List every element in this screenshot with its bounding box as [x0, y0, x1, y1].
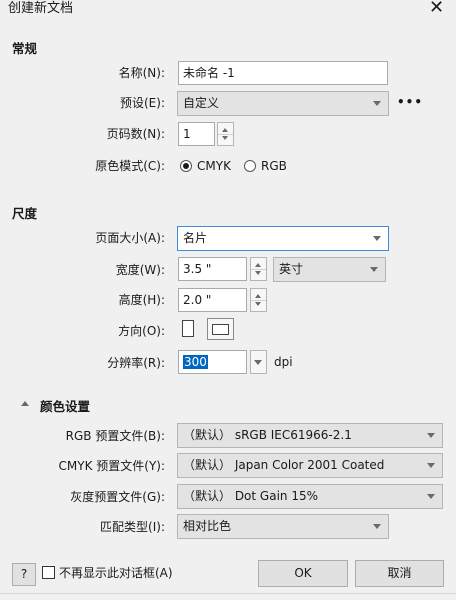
cancel-button[interactable]: 取消 [355, 560, 444, 587]
name-label: 名称(N): [118, 66, 165, 80]
chevron-down-icon [427, 494, 435, 499]
portrait-orientation-icon[interactable] [182, 320, 194, 337]
gray-profile-label: 灰度预置文件(G): [70, 490, 165, 504]
preset-value: 自定义 [183, 96, 220, 110]
unit-value: 英寸 [279, 262, 304, 276]
dont-show-checkbox[interactable] [42, 566, 55, 579]
help-button[interactable]: ? [12, 563, 36, 586]
height-input[interactable]: 2.0 " [178, 288, 247, 312]
chevron-down-icon [222, 136, 228, 140]
chevron-down-icon [373, 101, 381, 106]
chevron-up-icon [222, 128, 228, 132]
unit-dropdown[interactable]: 英寸 [273, 257, 386, 282]
rgb-profile-label: RGB 预置文件(B): [65, 429, 165, 443]
pages-stepper[interactable] [217, 122, 234, 146]
close-icon[interactable]: ✕ [429, 0, 444, 18]
width-stepper[interactable] [250, 257, 267, 281]
dialog-title: 创建新文档 [8, 1, 74, 16]
width-label: 宽度(W): [115, 263, 165, 277]
rgb-profile-dropdown[interactable]: （默认） sRGB IEC61966-2.1 [177, 423, 443, 448]
radio-cmyk-label: CMYK [197, 159, 231, 173]
resolution-unit: dpi [274, 355, 293, 369]
page-size-dropdown[interactable]: 名片 [177, 226, 389, 251]
page-size-value: 名片 [183, 231, 208, 245]
cmyk-profile-dropdown[interactable]: （默认） Japan Color 2001 Coated [177, 453, 443, 478]
width-input[interactable]: 3.5 " [178, 257, 247, 281]
resolution-dropdown-button[interactable] [250, 350, 267, 374]
radio-rgb[interactable] [244, 160, 256, 172]
collapse-chevron-up-icon[interactable] [21, 401, 29, 406]
ok-button[interactable]: OK [258, 560, 348, 587]
radio-cmyk[interactable] [180, 160, 192, 172]
landscape-orientation-icon [212, 324, 229, 335]
chevron-down-icon [427, 433, 435, 438]
chevron-down-icon [427, 463, 435, 468]
height-label: 高度(H): [118, 293, 165, 307]
chevron-down-icon [255, 271, 261, 275]
gray-profile-dropdown[interactable]: （默认） Dot Gain 15% [177, 484, 443, 509]
match-type-dropdown[interactable]: 相对比色 [177, 514, 389, 539]
more-options-button[interactable]: ••• [397, 95, 423, 109]
name-input[interactable]: 未命名 -1 [178, 61, 388, 85]
section-color-settings-heading: 颜色设置 [40, 399, 91, 414]
chevron-down-icon [255, 302, 261, 306]
preset-dropdown[interactable]: 自定义 [177, 91, 389, 116]
rgb-profile-value: （默认） sRGB IEC61966-2.1 [183, 428, 352, 442]
pages-label: 页码数(N): [106, 127, 165, 141]
page-size-label: 页面大小(A): [95, 231, 165, 245]
resolution-input[interactable]: 300 [178, 350, 247, 374]
chevron-down-icon [370, 267, 378, 272]
section-general-heading: 常规 [12, 41, 38, 56]
chevron-down-icon [254, 360, 262, 365]
landscape-orientation-button[interactable] [207, 318, 234, 340]
orientation-label: 方向(O): [118, 324, 165, 338]
chevron-up-icon [255, 263, 261, 267]
match-type-value: 相对比色 [183, 519, 232, 533]
color-mode-label: 原色模式(C): [95, 159, 165, 173]
section-dimensions-heading: 尺度 [12, 206, 38, 221]
gray-profile-value: （默认） Dot Gain 15% [183, 489, 318, 503]
resolution-value: 300 [183, 355, 208, 369]
preset-label: 预设(E): [120, 96, 165, 110]
cmyk-profile-label: CMYK 预置文件(Y): [58, 459, 165, 473]
chevron-down-icon [373, 524, 381, 529]
pages-input[interactable]: 1 [178, 122, 215, 146]
chevron-up-icon [255, 294, 261, 298]
bottom-divider [0, 593, 456, 594]
dont-show-label: 不再显示此对话框(A) [59, 566, 173, 580]
chevron-down-icon [373, 236, 381, 241]
height-stepper[interactable] [250, 288, 267, 312]
radio-rgb-label: RGB [261, 159, 287, 173]
cmyk-profile-value: （默认） Japan Color 2001 Coated [183, 458, 385, 472]
match-type-label: 匹配类型(I): [100, 520, 165, 534]
resolution-label: 分辨率(R): [107, 356, 165, 370]
